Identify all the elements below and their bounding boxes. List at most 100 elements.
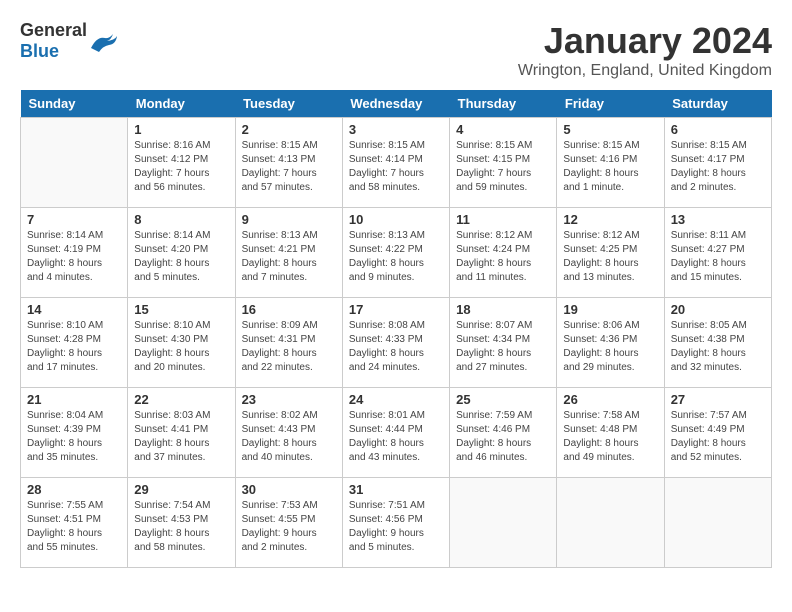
calendar-week-row: 21 Sunrise: 8:04 AM Sunset: 4:39 PM Dayli… — [21, 388, 772, 478]
day-info: Sunrise: 7:51 AM Sunset: 4:56 PM Dayligh… — [349, 499, 443, 555]
day-info: Sunrise: 8:15 AM Sunset: 4:16 PM Dayligh… — [563, 139, 657, 195]
day-info: Sunrise: 8:04 AM Sunset: 4:39 PM Dayligh… — [27, 409, 121, 465]
calendar-cell: 25 Sunrise: 7:59 AM Sunset: 4:46 PM Dayli… — [450, 388, 557, 478]
calendar-cell: 22 Sunrise: 8:03 AM Sunset: 4:41 PM Dayli… — [128, 388, 235, 478]
calendar-cell: 28 Sunrise: 7:55 AM Sunset: 4:51 PM Dayli… — [21, 478, 128, 568]
day-header-wednesday: Wednesday — [342, 90, 449, 118]
day-header-saturday: Saturday — [664, 90, 771, 118]
day-number: 28 — [27, 482, 121, 497]
calendar-cell: 26Sunrise: 7:58 AM Sunset: 4:48 PM Dayli… — [557, 388, 664, 478]
day-info: Sunrise: 8:15 AM Sunset: 4:15 PM Dayligh… — [456, 139, 550, 195]
day-number: 9 — [242, 212, 336, 227]
calendar-cell: 1Sunrise: 8:16 AM Sunset: 4:12 PM Daylig… — [128, 118, 235, 208]
day-info: Sunrise: 7:55 AM Sunset: 4:51 PM Dayligh… — [27, 499, 121, 555]
logo-blue: Blue — [20, 41, 59, 61]
day-header-thursday: Thursday — [450, 90, 557, 118]
calendar-cell: 10 Sunrise: 8:13 AM Sunset: 4:22 PM Dayli… — [342, 208, 449, 298]
day-number: 25 — [456, 392, 550, 407]
day-info: Sunrise: 8:11 AM Sunset: 4:27 PM Dayligh… — [671, 229, 765, 285]
day-info: Sunrise: 8:09 AM Sunset: 4:31 PM Dayligh… — [242, 319, 336, 375]
calendar-cell: 18Sunrise: 8:07 AM Sunset: 4:34 PM Dayli… — [450, 298, 557, 388]
day-info: Sunrise: 8:15 AM Sunset: 4:14 PM Dayligh… — [349, 139, 443, 195]
day-info: Sunrise: 8:01 AM Sunset: 4:44 PM Dayligh… — [349, 409, 443, 465]
day-number: 24 — [349, 392, 443, 407]
day-number: 15 — [134, 302, 228, 317]
day-info: Sunrise: 7:57 AM Sunset: 4:49 PM Dayligh… — [671, 409, 765, 465]
calendar-cell — [664, 478, 771, 568]
calendar-cell — [21, 118, 128, 208]
calendar-cell: 13 Sunrise: 8:11 AM Sunset: 4:27 PM Dayli… — [664, 208, 771, 298]
calendar-cell: 20 Sunrise: 8:05 AM Sunset: 4:38 PM Dayli… — [664, 298, 771, 388]
calendar-cell: 3 Sunrise: 8:15 AM Sunset: 4:14 PM Daylig… — [342, 118, 449, 208]
calendar-cell: 7Sunrise: 8:14 AM Sunset: 4:19 PM Daylig… — [21, 208, 128, 298]
calendar-header-row: SundayMondayTuesdayWednesdayThursdayFrid… — [21, 90, 772, 118]
logo: General Blue — [20, 20, 117, 62]
logo-general: General — [20, 20, 87, 40]
calendar-cell — [557, 478, 664, 568]
calendar-cell: 6 Sunrise: 8:15 AM Sunset: 4:17 PM Daylig… — [664, 118, 771, 208]
day-number: 12 — [563, 212, 657, 227]
calendar-cell: 24 Sunrise: 8:01 AM Sunset: 4:44 PM Dayli… — [342, 388, 449, 478]
calendar-cell: 29 Sunrise: 7:54 AM Sunset: 4:53 PM Dayli… — [128, 478, 235, 568]
day-number: 6 — [671, 122, 765, 137]
header: General Blue January 2024 Wrington, Engl… — [20, 20, 772, 80]
location-subtitle: Wrington, England, United Kingdom — [518, 62, 772, 80]
day-info: Sunrise: 8:08 AM Sunset: 4:33 PM Dayligh… — [349, 319, 443, 375]
day-info: Sunrise: 8:13 AM Sunset: 4:22 PM Dayligh… — [349, 229, 443, 285]
logo-wordmark: General Blue — [20, 20, 87, 62]
calendar-cell: 21 Sunrise: 8:04 AM Sunset: 4:39 PM Dayli… — [21, 388, 128, 478]
day-number: 8 — [134, 212, 228, 227]
calendar-cell: 27Sunrise: 7:57 AM Sunset: 4:49 PM Dayli… — [664, 388, 771, 478]
day-number: 18 — [456, 302, 550, 317]
calendar-cell: 8 Sunrise: 8:14 AM Sunset: 4:20 PM Daylig… — [128, 208, 235, 298]
day-number: 29 — [134, 482, 228, 497]
day-number: 19 — [563, 302, 657, 317]
calendar-cell: 16Sunrise: 8:09 AM Sunset: 4:31 PM Dayli… — [235, 298, 342, 388]
day-number: 3 — [349, 122, 443, 137]
day-info: Sunrise: 7:54 AM Sunset: 4:53 PM Dayligh… — [134, 499, 228, 555]
day-number: 11 — [456, 212, 550, 227]
day-info: Sunrise: 8:15 AM Sunset: 4:17 PM Dayligh… — [671, 139, 765, 195]
day-number: 23 — [242, 392, 336, 407]
day-info: Sunrise: 7:53 AM Sunset: 4:55 PM Dayligh… — [242, 499, 336, 555]
day-info: Sunrise: 8:05 AM Sunset: 4:38 PM Dayligh… — [671, 319, 765, 375]
day-number: 5 — [563, 122, 657, 137]
calendar-week-row: 28 Sunrise: 7:55 AM Sunset: 4:51 PM Dayli… — [21, 478, 772, 568]
calendar-cell: 11 Sunrise: 8:12 AM Sunset: 4:24 PM Dayli… — [450, 208, 557, 298]
day-number: 20 — [671, 302, 765, 317]
day-info: Sunrise: 8:03 AM Sunset: 4:41 PM Dayligh… — [134, 409, 228, 465]
day-number: 31 — [349, 482, 443, 497]
day-number: 22 — [134, 392, 228, 407]
day-header-sunday: Sunday — [21, 90, 128, 118]
day-header-monday: Monday — [128, 90, 235, 118]
calendar-cell: 31 Sunrise: 7:51 AM Sunset: 4:56 PM Dayli… — [342, 478, 449, 568]
calendar-cell: 19 Sunrise: 8:06 AM Sunset: 4:36 PM Dayli… — [557, 298, 664, 388]
calendar-cell: 12Sunrise: 8:12 AM Sunset: 4:25 PM Dayli… — [557, 208, 664, 298]
day-info: Sunrise: 8:02 AM Sunset: 4:43 PM Dayligh… — [242, 409, 336, 465]
calendar-cell: 14Sunrise: 8:10 AM Sunset: 4:28 PM Dayli… — [21, 298, 128, 388]
day-info: Sunrise: 8:14 AM Sunset: 4:20 PM Dayligh… — [134, 229, 228, 285]
title-area: January 2024 Wrington, England, United K… — [518, 20, 772, 80]
day-number: 17 — [349, 302, 443, 317]
logo-bird-icon — [89, 30, 117, 52]
day-header-friday: Friday — [557, 90, 664, 118]
calendar-cell: 30 Sunrise: 7:53 AM Sunset: 4:55 PM Dayli… — [235, 478, 342, 568]
day-number: 26 — [563, 392, 657, 407]
day-number: 30 — [242, 482, 336, 497]
calendar-week-row: 14Sunrise: 8:10 AM Sunset: 4:28 PM Dayli… — [21, 298, 772, 388]
day-number: 13 — [671, 212, 765, 227]
day-number: 10 — [349, 212, 443, 227]
day-info: Sunrise: 8:12 AM Sunset: 4:24 PM Dayligh… — [456, 229, 550, 285]
day-info: Sunrise: 8:10 AM Sunset: 4:30 PM Dayligh… — [134, 319, 228, 375]
day-number: 2 — [242, 122, 336, 137]
day-info: Sunrise: 8:06 AM Sunset: 4:36 PM Dayligh… — [563, 319, 657, 375]
day-info: Sunrise: 8:16 AM Sunset: 4:12 PM Dayligh… — [134, 139, 228, 195]
day-info: Sunrise: 8:15 AM Sunset: 4:13 PM Dayligh… — [242, 139, 336, 195]
day-info: Sunrise: 7:59 AM Sunset: 4:46 PM Dayligh… — [456, 409, 550, 465]
calendar-cell: 17 Sunrise: 8:08 AM Sunset: 4:33 PM Dayli… — [342, 298, 449, 388]
day-number: 4 — [456, 122, 550, 137]
month-title: January 2024 — [518, 20, 772, 62]
calendar-cell: 15 Sunrise: 8:10 AM Sunset: 4:30 PM Dayli… — [128, 298, 235, 388]
calendar-cell — [450, 478, 557, 568]
day-number: 21 — [27, 392, 121, 407]
